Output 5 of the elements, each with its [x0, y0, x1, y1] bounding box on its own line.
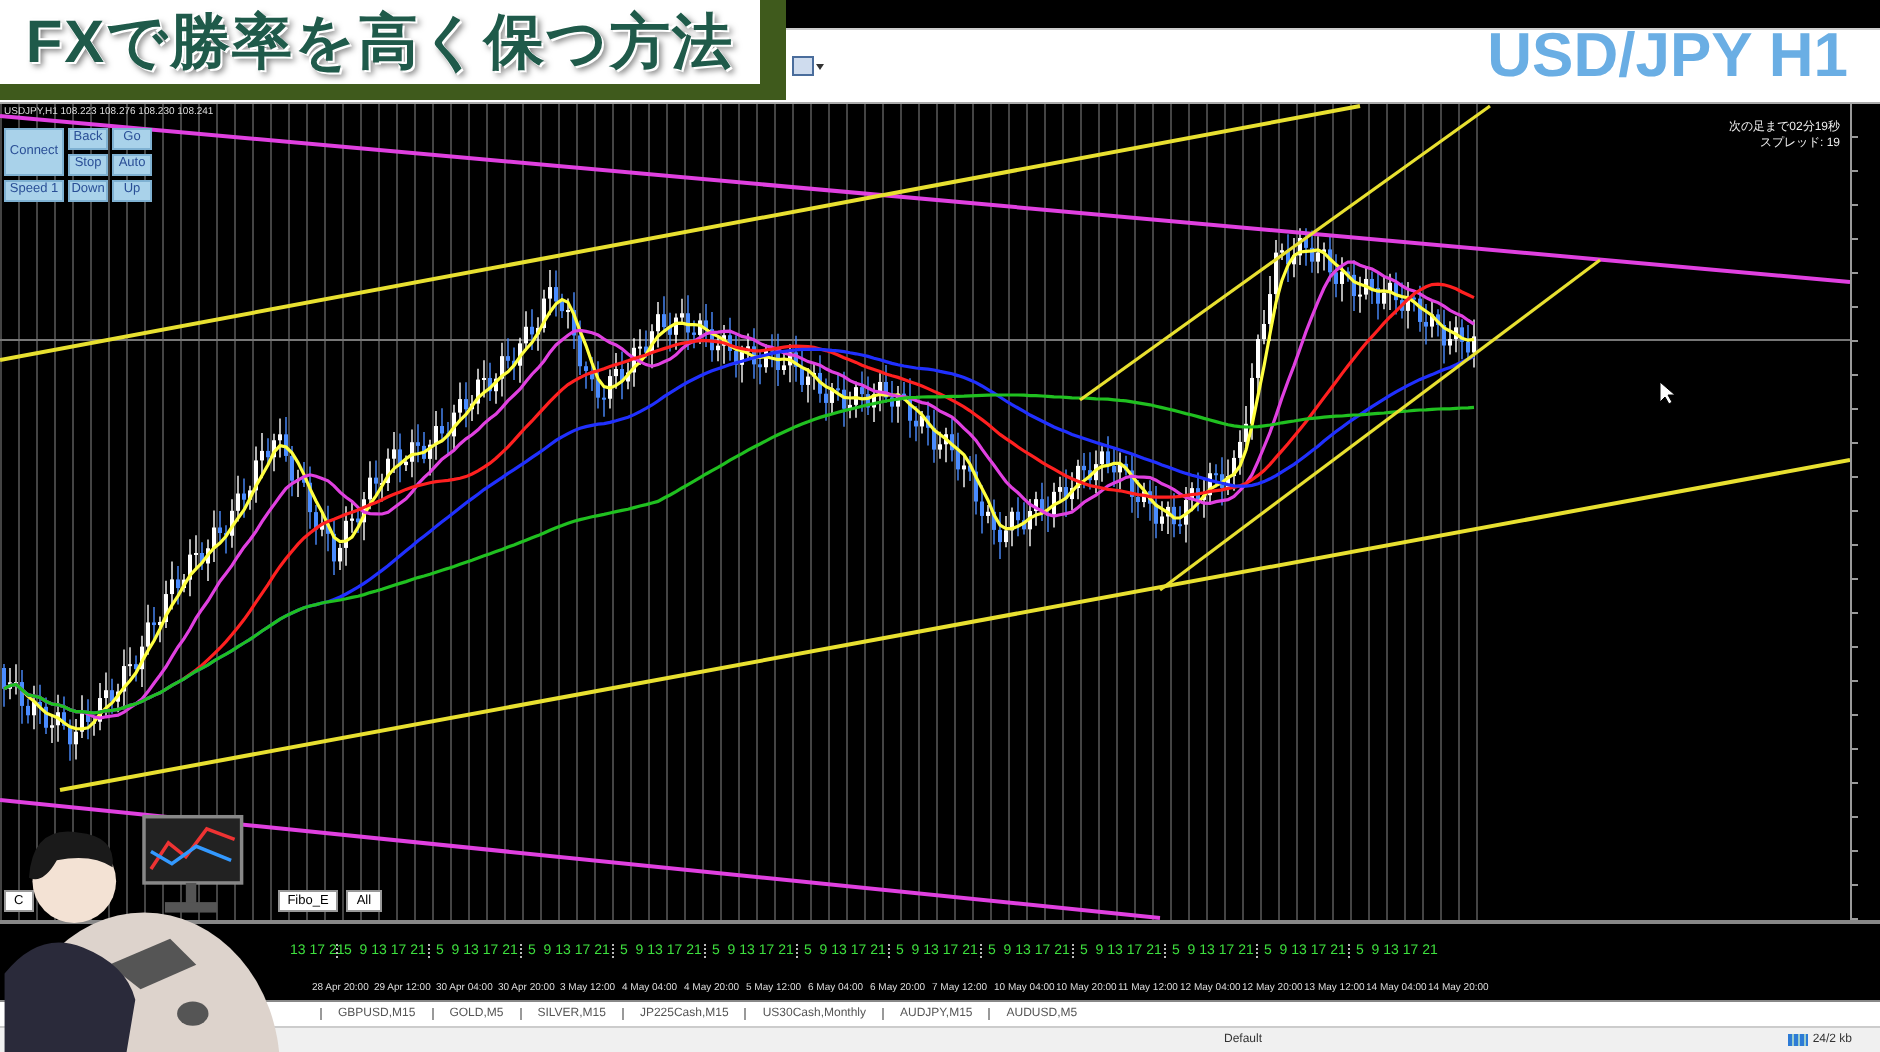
cursor-icon	[1659, 381, 1676, 405]
symbol-title: USD/JPY H1	[1487, 20, 1848, 92]
window-icon[interactable]	[792, 56, 824, 76]
connection-icon	[1788, 1034, 1809, 1046]
video-title: FXで勝率を高く保つ方法	[25, 7, 735, 79]
